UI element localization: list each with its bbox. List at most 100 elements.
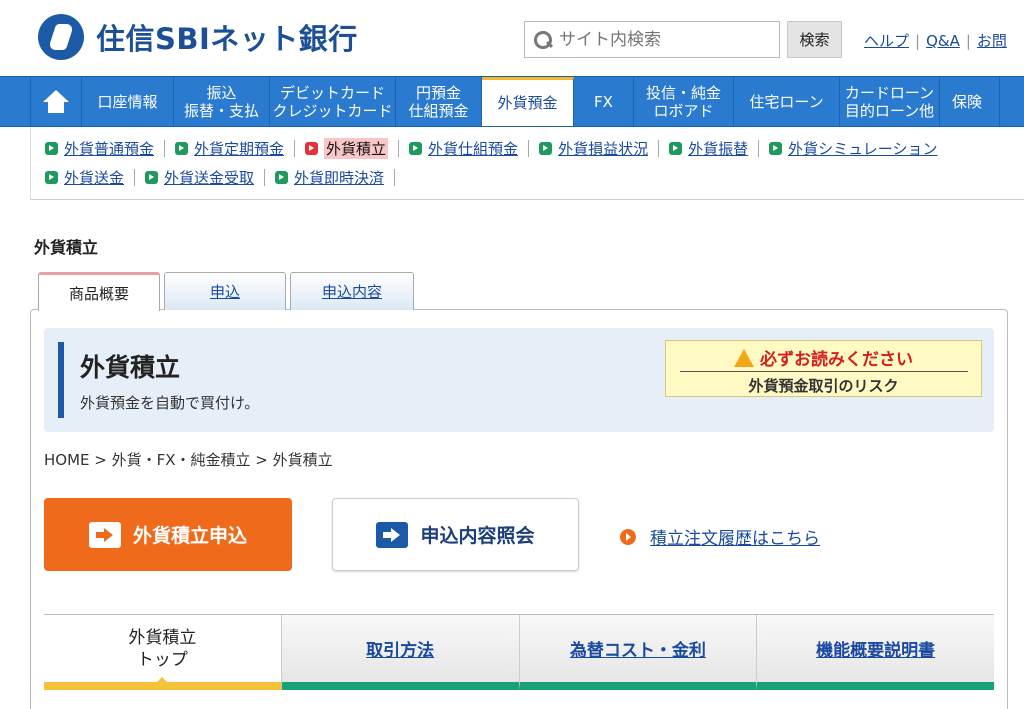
subnav-item[interactable]: 外貨送金 bbox=[45, 167, 124, 188]
nav-label: ロボアド bbox=[653, 101, 714, 120]
nav-label: 仕組預金 bbox=[408, 101, 469, 120]
apply-button[interactable]: 外貨積立申込 bbox=[44, 498, 292, 571]
sub-nav-row: 外貨送金 外貨送金受取 外貨即時決済 bbox=[45, 163, 1024, 192]
divider bbox=[758, 140, 760, 157]
arrow-right-icon bbox=[769, 142, 783, 155]
nav-fx[interactable]: FX bbox=[574, 77, 634, 126]
nav-insurance[interactable]: 保険 bbox=[940, 77, 1000, 126]
subnav-label[interactable]: 外貨仕組預金 bbox=[428, 138, 518, 159]
section-tab-link[interactable]: 機能概要説明書 bbox=[816, 636, 935, 661]
qa-link[interactable]: Q&A bbox=[926, 32, 960, 50]
subnav-item[interactable]: 外貨普通預金 bbox=[45, 138, 154, 159]
nav-label: FX bbox=[594, 92, 613, 111]
subnav-label[interactable]: 外貨シミュレーション bbox=[788, 138, 937, 159]
arrow-right-icon bbox=[275, 171, 289, 184]
page-title: 外貨積立 bbox=[34, 238, 99, 257]
section-tab-cost[interactable]: 為替コスト・金利 bbox=[519, 615, 758, 690]
divider bbox=[164, 140, 166, 157]
section-tab-link[interactable]: 為替コスト・金利 bbox=[570, 636, 706, 661]
subnav-label[interactable]: 外貨振替 bbox=[688, 138, 748, 159]
accent-bar bbox=[58, 342, 64, 418]
section-tab-link[interactable]: 取引方法 bbox=[366, 636, 434, 661]
subnav-item[interactable]: 外貨シミュレーション bbox=[769, 138, 938, 159]
help-link[interactable]: ヘルプ bbox=[864, 32, 909, 50]
subnav-item[interactable]: 外貨振替 bbox=[669, 138, 748, 159]
link-separator: | bbox=[965, 32, 971, 50]
risk-notice-label: 必ずお読みください bbox=[760, 350, 913, 370]
subnav-label: 外貨積立 bbox=[324, 138, 389, 159]
subnav-label[interactable]: 外貨普通預金 bbox=[64, 138, 154, 159]
divider bbox=[658, 140, 660, 157]
nav-label: 保険 bbox=[952, 92, 983, 111]
tab-application-details[interactable]: 申込内容 bbox=[290, 272, 414, 310]
nav-cards[interactable]: デビットカード クレジットカード bbox=[270, 77, 396, 126]
search-button[interactable]: 検索 bbox=[787, 21, 842, 58]
breadcrumb: HOME > 外貨・FX・純金積立 > 外貨積立 bbox=[44, 451, 333, 469]
contact-link[interactable]: お問 bbox=[977, 32, 1007, 50]
search-input[interactable] bbox=[559, 29, 769, 50]
subnav-label[interactable]: 外貨定期預金 bbox=[194, 138, 284, 159]
subnav-item[interactable]: 外貨仕組預金 bbox=[409, 138, 518, 159]
subnav-label[interactable]: 外貨送金受取 bbox=[164, 167, 254, 188]
link-separator: | bbox=[915, 32, 921, 50]
nav-label: 目的ローン他 bbox=[844, 101, 935, 120]
divider bbox=[394, 169, 396, 186]
nav-yen-deposit[interactable]: 円預金 仕組預金 bbox=[396, 77, 482, 126]
subnav-item[interactable]: 外貨損益状況 bbox=[539, 138, 648, 159]
arrow-right-icon bbox=[409, 142, 423, 155]
nav-label: 振替・支払 bbox=[183, 101, 259, 120]
sub-nav-row: 外貨普通預金 外貨定期預金 外貨積立 外貨仕組預金 外貨損益状況 外貨振替 外貨… bbox=[45, 134, 1024, 163]
tab-label[interactable]: 申込内容 bbox=[322, 281, 382, 302]
nav-foreign-deposit[interactable]: 外貨預金 bbox=[482, 77, 574, 126]
arrow-right-icon bbox=[145, 171, 159, 184]
subnav-label[interactable]: 外貨損益状況 bbox=[558, 138, 648, 159]
subnav-item[interactable]: 外貨即時決済 bbox=[275, 167, 384, 188]
subnav-item[interactable]: 外貨送金受取 bbox=[145, 167, 254, 188]
nav-transfer[interactable]: 振込 振替・支払 bbox=[174, 77, 270, 126]
nav-home[interactable] bbox=[30, 77, 82, 126]
divider bbox=[528, 140, 530, 157]
risk-notice-button[interactable]: 必ずお読みください 外貨預金取引のリスク bbox=[665, 340, 982, 397]
search-icon bbox=[533, 30, 553, 50]
subnav-item[interactable]: 外貨定期預金 bbox=[175, 138, 284, 159]
arrow-right-icon bbox=[376, 521, 409, 548]
divider bbox=[134, 169, 136, 186]
tab-label: 商品概要 bbox=[68, 284, 129, 303]
inquiry-button[interactable]: 申込内容照会 bbox=[332, 498, 579, 571]
site-search[interactable] bbox=[524, 21, 780, 58]
order-history[interactable]: 積立注文履歴はこちら bbox=[620, 524, 820, 549]
content-tabs: 商品概要 申込 申込内容 bbox=[38, 272, 418, 311]
nav-investment[interactable]: 投信・純金 ロボアド bbox=[634, 77, 734, 126]
nav-label: デビットカード bbox=[279, 83, 385, 102]
warning-icon bbox=[734, 349, 754, 367]
nav-label: 口座情報 bbox=[97, 92, 158, 111]
section-tab-trading[interactable]: 取引方法 bbox=[281, 615, 520, 690]
subnav-item-current[interactable]: 外貨積立 bbox=[305, 138, 389, 159]
subnav-label[interactable]: 外貨即時決済 bbox=[294, 167, 384, 188]
subnav-label[interactable]: 外貨送金 bbox=[64, 167, 124, 188]
global-nav: 口座情報 振込 振替・支払 デビットカード クレジットカード 円預金 仕組預金 外貨預… bbox=[0, 76, 1024, 127]
tab-apply[interactable]: 申込 bbox=[164, 272, 286, 310]
section-tab-top[interactable]: 外貨積立 トップ bbox=[44, 615, 282, 690]
arrow-right-icon bbox=[45, 171, 58, 184]
divider bbox=[680, 371, 968, 372]
tab-label[interactable]: 申込 bbox=[210, 281, 240, 302]
bank-logo[interactable]: 住信SBIネット銀行 bbox=[38, 13, 358, 61]
apply-button-label: 外貨積立申込 bbox=[132, 525, 247, 547]
tab-overview[interactable]: 商品概要 bbox=[38, 272, 160, 311]
arrow-right-icon bbox=[175, 142, 189, 155]
divider bbox=[294, 140, 296, 157]
nav-account[interactable]: 口座情報 bbox=[82, 77, 174, 126]
nav-card-loan[interactable]: カードローン 目的ローン他 bbox=[840, 77, 940, 126]
nav-label: 振込 bbox=[206, 83, 237, 102]
nav-label: クレジットカード bbox=[272, 101, 393, 120]
section-tab-label: 外貨積立 bbox=[128, 627, 197, 648]
nav-label: カードローン bbox=[844, 83, 935, 102]
divider bbox=[264, 169, 266, 186]
arrow-right-icon bbox=[88, 521, 121, 548]
divider bbox=[398, 140, 400, 157]
section-tab-manual[interactable]: 機能概要説明書 bbox=[757, 615, 994, 690]
play-circle-icon bbox=[620, 528, 636, 545]
nav-housing-loan[interactable]: 住宅ローン bbox=[734, 77, 840, 126]
order-history-link[interactable]: 積立注文履歴はこちら bbox=[650, 524, 820, 549]
